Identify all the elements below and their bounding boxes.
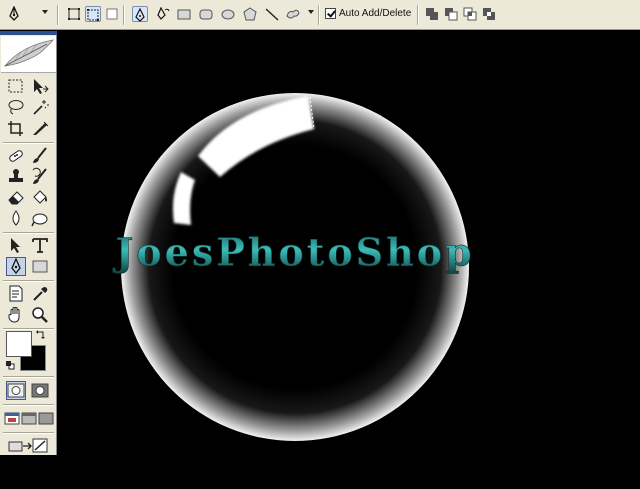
auto-add-delete-label: Auto Add/Delete <box>339 8 412 19</box>
tools-separator <box>3 328 54 330</box>
pen-icon[interactable] <box>6 6 22 22</box>
type-tool-icon[interactable] <box>30 236 50 255</box>
history-brush-tool-icon[interactable] <box>30 167 50 186</box>
brush-tool-icon[interactable] <box>30 146 50 165</box>
healing-brush-tool-icon[interactable] <box>6 146 26 165</box>
polygon-icon[interactable] <box>242 6 258 22</box>
paint-bucket-tool-icon[interactable] <box>30 188 50 207</box>
standard-screen-mode-icon[interactable] <box>4 409 20 428</box>
lasso-tool-icon[interactable] <box>6 98 26 117</box>
notes-tool-icon[interactable] <box>6 284 26 303</box>
dodge-tool-icon[interactable] <box>30 209 50 228</box>
pen-tool-button[interactable] <box>6 257 26 276</box>
tool-preset-chevron-down-icon[interactable] <box>42 10 48 14</box>
fill-pixels-mode-icon[interactable] <box>104 6 120 22</box>
checkbox-icon[interactable] <box>325 8 336 19</box>
subtract-from-path-icon[interactable] <box>443 6 459 22</box>
canvas-text-art: JoesPhotoShop <box>112 230 474 275</box>
options-separator <box>57 5 59 25</box>
canvas-artwork: JoesPhotoShop <box>112 93 474 441</box>
crop-tool-icon[interactable] <box>6 119 26 138</box>
options-separator <box>123 5 125 25</box>
document-canvas[interactable]: JoesPhotoShop <box>58 31 640 485</box>
jump-to-imageready-icon[interactable] <box>6 436 52 455</box>
foreground-color-swatch[interactable] <box>6 331 32 357</box>
rectangle-icon[interactable] <box>176 6 192 22</box>
ellipse-icon[interactable] <box>220 6 236 22</box>
tools-separator <box>3 404 54 406</box>
line-icon[interactable] <box>264 6 280 22</box>
swap-colors-icon[interactable] <box>36 329 46 339</box>
quick-mask-mode-icon[interactable] <box>30 381 50 400</box>
add-to-path-icon[interactable] <box>424 6 440 22</box>
options-separator <box>318 5 320 25</box>
freeform-pen-icon[interactable] <box>155 6 171 22</box>
tools-separator <box>3 376 54 378</box>
rectangle-shape-tool-icon[interactable] <box>30 257 50 276</box>
magic-wand-tool-icon[interactable] <box>30 98 50 117</box>
standard-mode-icon <box>7 383 25 398</box>
intersect-path-icon[interactable] <box>462 6 478 22</box>
paths-mode-button[interactable] <box>85 6 101 22</box>
zoom-tool-icon[interactable] <box>30 305 50 324</box>
hand-tool-icon[interactable] <box>6 305 26 324</box>
move-tool-icon[interactable] <box>30 77 50 96</box>
standard-mode-button[interactable] <box>6 381 26 400</box>
shape-chevron-down-icon[interactable] <box>308 10 314 14</box>
eyedropper-tool-icon[interactable] <box>30 284 50 303</box>
marquee-tool-icon[interactable] <box>6 77 26 96</box>
shape-layers-mode-icon[interactable] <box>66 6 82 22</box>
full-screen-menu-mode-icon[interactable] <box>21 409 37 428</box>
eraser-tool-icon[interactable] <box>6 188 26 207</box>
options-bar: Auto Add/Delete <box>0 0 640 30</box>
feather-logo[interactable] <box>1 36 56 73</box>
tools-panel <box>0 31 57 455</box>
clone-stamp-tool-icon[interactable] <box>6 167 26 186</box>
options-separator <box>417 5 419 25</box>
exclude-path-icon[interactable] <box>481 6 497 22</box>
auto-add-delete-checkbox[interactable]: Auto Add/Delete <box>325 8 411 19</box>
custom-shape-icon[interactable] <box>285 6 301 22</box>
default-colors-icon[interactable] <box>6 361 15 370</box>
pen-icon <box>11 257 21 275</box>
rounded-rectangle-icon[interactable] <box>198 6 214 22</box>
path-selection-tool-icon[interactable] <box>6 236 26 255</box>
slice-tool-icon[interactable] <box>30 119 50 138</box>
paths-mode-icon <box>87 9 99 21</box>
pen-icon <box>135 7 145 22</box>
tools-panel-title-bar[interactable] <box>0 31 57 35</box>
full-screen-mode-icon[interactable] <box>38 409 54 428</box>
blur-tool-icon[interactable] <box>6 209 26 228</box>
pen-tool-button[interactable] <box>132 6 148 22</box>
